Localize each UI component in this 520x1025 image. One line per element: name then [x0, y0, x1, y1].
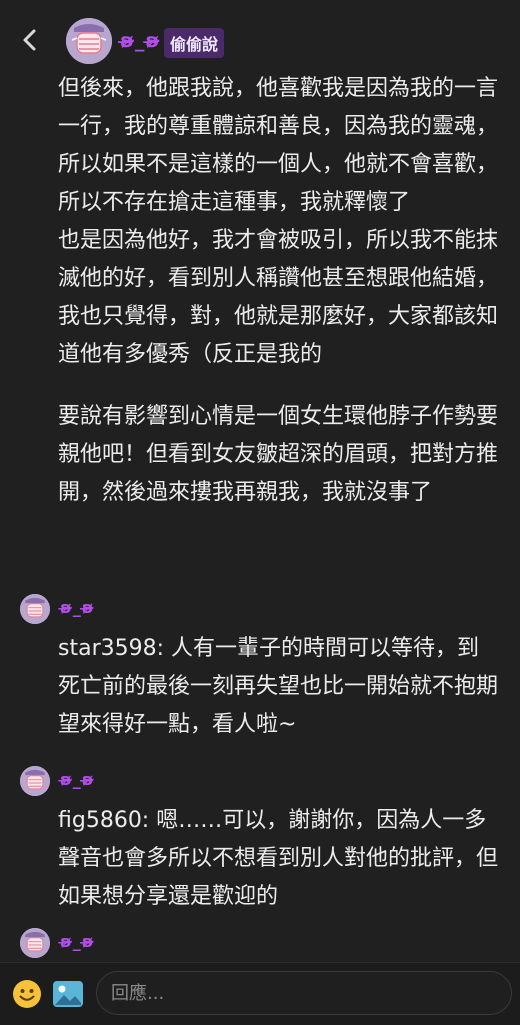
emoji-button[interactable]: [12, 979, 42, 1009]
image-upload-button[interactable]: [52, 979, 84, 1009]
masked-face-avatar-icon: [20, 594, 50, 624]
comment-nickname[interactable]: ʚ̴̶̷_ʚ̴̶̷: [60, 598, 94, 617]
comment-nickname[interactable]: ʚ̴̶̷_ʚ̴̶̷: [60, 932, 94, 951]
masked-face-avatar-icon: [20, 928, 50, 958]
comment-avatar[interactable]: [20, 928, 50, 958]
post-paragraph: 但後來，他跟我說，他喜歡我是因為我的一言一行，我的尊重體諒和善良，因為我的靈魂，…: [58, 76, 499, 215]
post-paragraph: 要說有影響到心情是一個女生環他脖子作勢要親他吧！但看到女友皺超深的眉頭，把對方推…: [58, 404, 499, 505]
post-content: 但後來，他跟我說，他喜歡我是因為我的一言一行，我的尊重體諒和善良，因為我的靈魂，…: [58, 70, 498, 512]
image-icon: [53, 981, 83, 1007]
comment-text: star3598: 人有一輩子的時間可以等待，到死亡前的最後一刻再失望也比一開始…: [58, 636, 499, 737]
masked-face-avatar-icon: [66, 18, 112, 64]
comment-avatar[interactable]: [20, 594, 50, 624]
author-avatar[interactable]: [66, 18, 112, 64]
author-nickname[interactable]: ʚ̴̶̷_ʚ̴̶̷: [120, 30, 160, 52]
chevron-left-icon: [23, 29, 36, 51]
reply-bar: [0, 962, 520, 1025]
masked-face-avatar-icon: [20, 766, 50, 796]
reply-input[interactable]: [96, 971, 512, 1015]
comment-text: fig5860: 嗯……可以，謝謝你，因為人一多聲音也會多所以不想看到別人對他的…: [58, 808, 499, 909]
post-paragraph: 也是因為他好，我才會被吸引，所以我不能抹滅他的好，看到別人稱讚他甚至想跟他結婚，…: [58, 228, 499, 367]
comment-avatar[interactable]: [20, 766, 50, 796]
board-badge[interactable]: 偷偷說: [164, 28, 225, 58]
smiley-icon: [13, 980, 41, 1008]
post-header: ʚ̴̶̷_ʚ̴̶̷ 偷偷說: [0, 0, 520, 80]
back-button[interactable]: [16, 26, 44, 54]
comment-nickname[interactable]: ʚ̴̶̷_ʚ̴̶̷: [60, 770, 94, 789]
